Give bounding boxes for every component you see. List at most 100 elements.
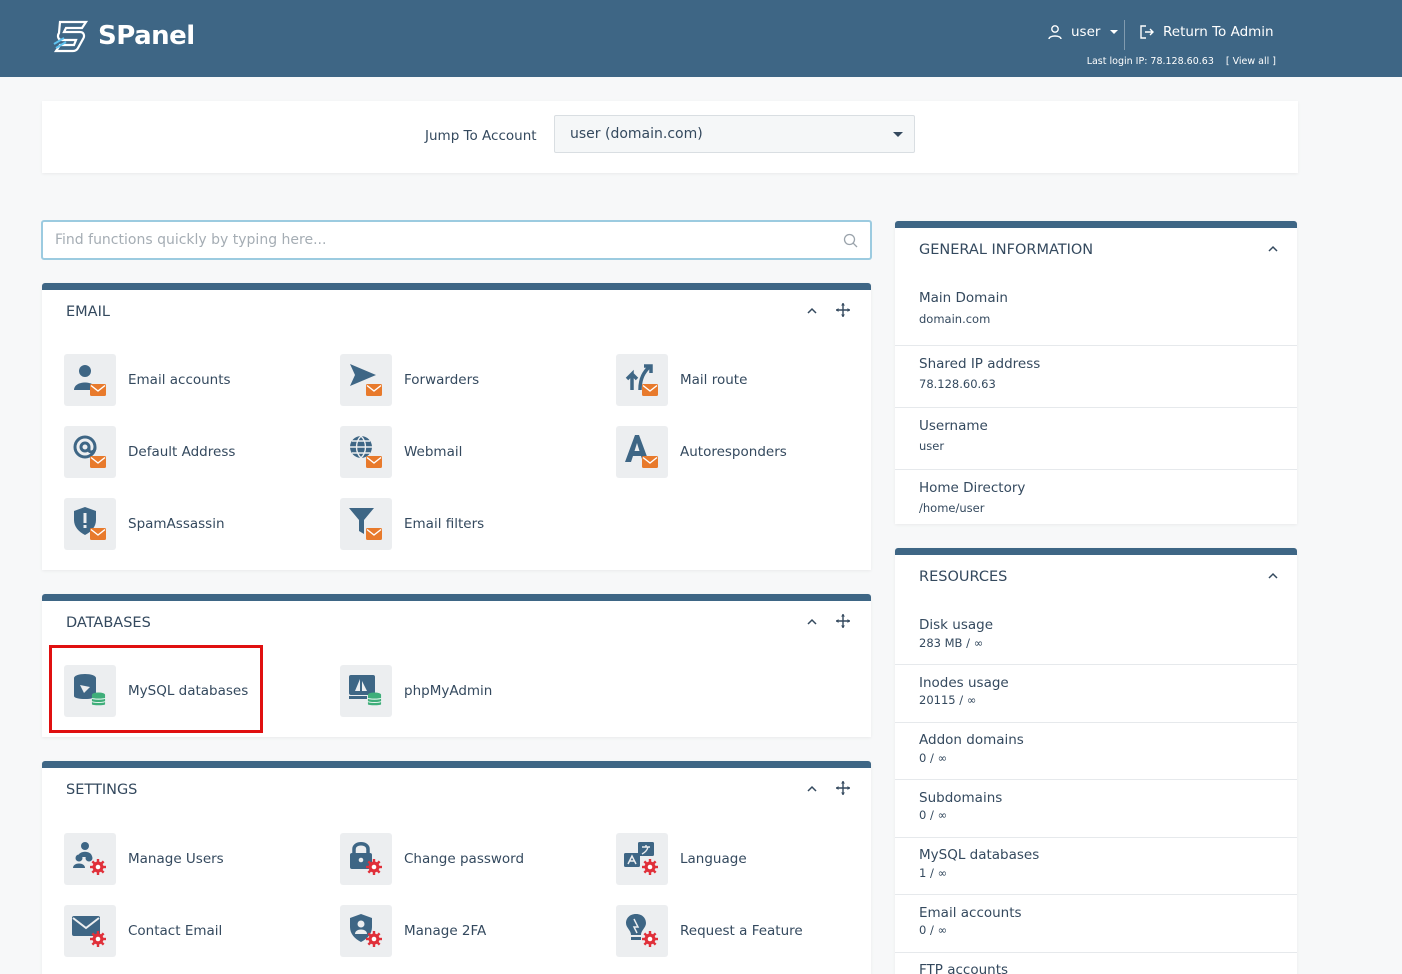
resource-row: FTP accounts [895, 953, 1297, 974]
globe-icon [340, 426, 392, 478]
forwarders-icon [340, 354, 392, 406]
mail-route-icon [616, 354, 668, 406]
phpmyadmin-icon [340, 665, 392, 717]
spanel-logo[interactable]: SPanel [52, 18, 195, 54]
jump-to-account-card: Jump To Account user (domain.com) [42, 101, 1298, 173]
language-item[interactable]: Language [616, 833, 747, 885]
contact-email-item[interactable]: Contact Email [64, 905, 222, 957]
request-feature-item[interactable]: Request a Feature [616, 905, 803, 957]
item-label: Manage Users [128, 851, 224, 867]
users-icon [64, 833, 116, 885]
resource-value: 0 / ∞ [919, 923, 948, 937]
info-row: Home Directory /home/user [895, 470, 1297, 524]
section-title: SETTINGS [66, 782, 138, 798]
collapse-icon[interactable] [805, 615, 819, 629]
email-accounts-item[interactable]: Email accounts [64, 354, 231, 406]
sign-out-icon [1140, 25, 1154, 39]
info-value: domain.com [919, 312, 991, 326]
last-login-info: Last login IP: 78.128.60.63 [ View all ] [1087, 56, 1276, 67]
item-label: Mail route [680, 372, 748, 388]
mysql-databases-item[interactable]: MySQL databases [64, 665, 248, 717]
resource-row: Inodes usage 20115 / ∞ [895, 665, 1297, 723]
info-value: user [919, 439, 945, 453]
spanel-logo-icon [53, 20, 89, 53]
item-label: Autoresponders [680, 444, 787, 460]
info-label: Main Domain [919, 290, 1008, 306]
user-menu-label: user [1071, 24, 1101, 40]
item-label: Language [680, 851, 747, 867]
collapse-icon[interactable] [1266, 242, 1280, 256]
return-to-admin-button[interactable]: Return To Admin [1139, 24, 1274, 40]
last-login-ip: Last login IP: 78.128.60.63 [1086, 56, 1214, 67]
envelope-icon [64, 905, 116, 957]
return-to-admin-label: Return To Admin [1163, 24, 1274, 40]
user-icon [1048, 25, 1062, 40]
spamassassin-item[interactable]: SpamAssassin [64, 498, 225, 550]
info-row: Username user [895, 408, 1297, 470]
info-row: Shared IP address 78.128.60.63 [895, 346, 1297, 408]
item-label: Contact Email [128, 923, 223, 939]
item-label: Manage 2FA [404, 923, 487, 939]
change-password-item[interactable]: Change password [340, 833, 524, 885]
top-header: SPanel user Return To Admin Last login I… [0, 0, 1402, 77]
databases-section: DATABASES MySQL databases phpMyAdmin [42, 594, 871, 737]
mail-route-item[interactable]: Mail route [616, 354, 747, 406]
manage-2fa-item[interactable]: Manage 2FA [340, 905, 486, 957]
collapse-icon[interactable] [1266, 569, 1280, 583]
user-menu[interactable]: user [1047, 24, 1119, 40]
email-accounts-icon [64, 354, 116, 406]
resource-label: Subdomains [919, 790, 1003, 806]
autoresponder-icon [616, 426, 668, 478]
shield-icon [64, 498, 116, 550]
webmail-item[interactable]: Webmail [340, 426, 462, 478]
panel-title: RESOURCES [919, 569, 1008, 585]
manage-users-item[interactable]: Manage Users [64, 833, 224, 885]
info-value: /home/user [919, 501, 985, 515]
settings-section: SETTINGS Manage Users Change password La… [42, 761, 871, 974]
resource-label: Addon domains [919, 732, 1024, 748]
forwarders-item[interactable]: Forwarders [340, 354, 479, 406]
item-label: SpamAssassin [128, 516, 225, 532]
account-select[interactable]: user (domain.com) [554, 115, 915, 153]
view-all-link[interactable]: [ View all ] [1226, 56, 1276, 67]
section-title: EMAIL [66, 304, 110, 320]
phpmyadmin-item[interactable]: phpMyAdmin [340, 665, 492, 717]
chevron-down-icon [893, 132, 903, 137]
resources-panel: RESOURCES Disk usage 283 MB / ∞ Inodes u… [895, 548, 1297, 974]
item-label: Change password [404, 851, 525, 867]
at-sign-icon [64, 426, 116, 478]
mysql-database-icon [64, 665, 116, 717]
resource-row: Email accounts 0 / ∞ [895, 895, 1297, 953]
logo-text: SPanel [98, 21, 195, 51]
search-input[interactable] [43, 222, 870, 258]
resource-value: 0 / ∞ [919, 808, 948, 822]
move-icon[interactable] [835, 302, 851, 318]
resource-row: Addon domains 0 / ∞ [895, 723, 1297, 780]
chevron-down-icon [1110, 30, 1119, 34]
filter-icon [340, 498, 392, 550]
resource-label: MySQL databases [919, 847, 1040, 863]
search-icon[interactable] [843, 233, 858, 248]
item-label: Webmail [404, 444, 463, 460]
move-icon[interactable] [835, 613, 851, 629]
default-address-item[interactable]: Default Address [64, 426, 235, 478]
item-label: MySQL databases [128, 683, 249, 699]
section-title: DATABASES [66, 615, 151, 631]
function-search [41, 220, 872, 260]
item-label: Default Address [128, 444, 236, 460]
collapse-icon[interactable] [805, 782, 819, 796]
move-icon[interactable] [835, 780, 851, 796]
jump-to-account-label: Jump To Account [425, 128, 537, 144]
resource-value: 1 / ∞ [919, 866, 948, 880]
autoresponders-item[interactable]: Autoresponders [616, 426, 787, 478]
lock-icon [340, 833, 392, 885]
resource-label: Disk usage [919, 617, 994, 633]
general-information-panel: GENERAL INFORMATION Main Domain domain.c… [895, 221, 1297, 524]
collapse-icon[interactable] [805, 304, 819, 318]
two-factor-shield-icon [340, 905, 392, 957]
info-label: Username [919, 418, 988, 434]
language-icon [616, 833, 668, 885]
email-section: EMAIL Email accounts Forwarders Mail rou… [42, 283, 871, 570]
email-filters-item[interactable]: Email filters [340, 498, 484, 550]
resource-value: 20115 / ∞ [919, 693, 977, 707]
